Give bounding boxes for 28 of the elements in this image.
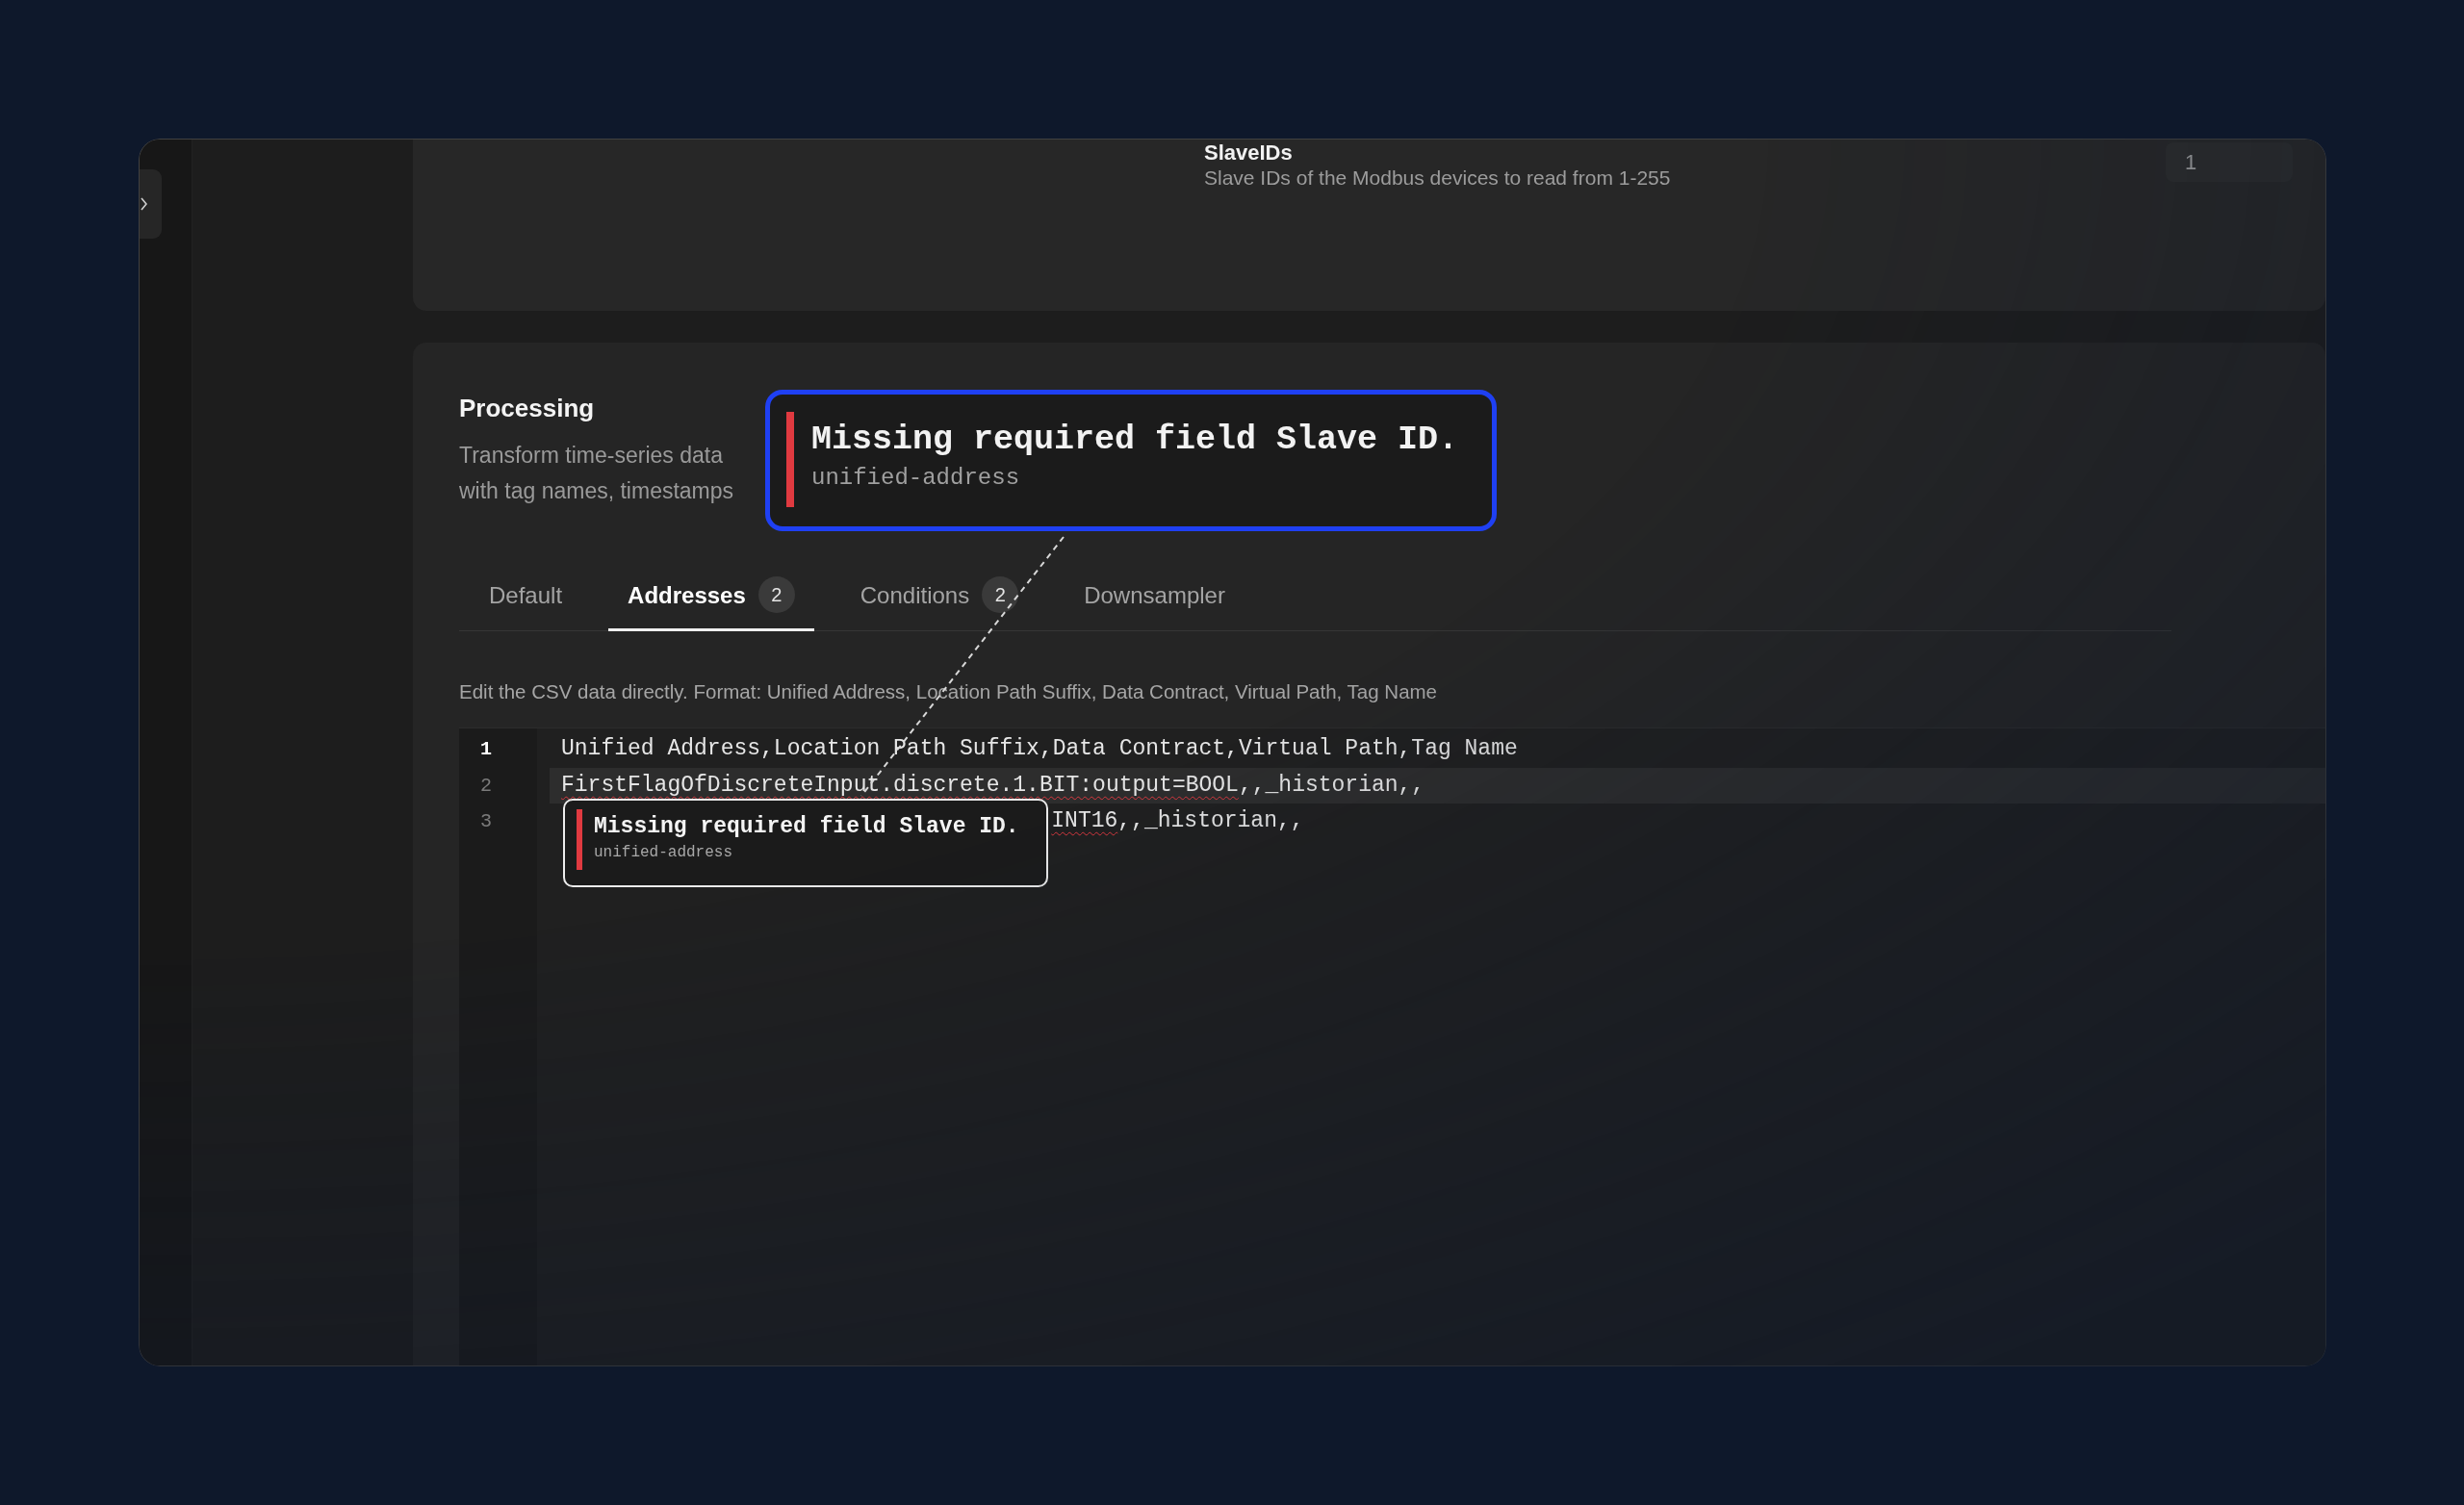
input-field[interactable]: 1 (2166, 142, 2293, 182)
tab[interactable]: Downsampler (1065, 565, 1245, 631)
error-source: unified-address (811, 464, 1021, 493)
line-number: 1 (479, 737, 493, 762)
code-text: ,,_historian,, (1117, 808, 1304, 833)
tab[interactable]: Default (470, 565, 582, 631)
error-bar-icon (786, 412, 794, 507)
code-text: ,,_historian,, (1238, 772, 1425, 798)
code-error-text: INT16 (1051, 808, 1118, 833)
tab[interactable]: Conditions 2 (840, 565, 1039, 631)
count-badge: 2 (982, 576, 1019, 613)
field-description: Slave IDs of the Modbus devices to read from 1-255 (1204, 166, 1672, 191)
error-message: Missing required field Slave ID. (811, 420, 1459, 460)
field-label: SlaveIDs (1204, 140, 1294, 165)
sidebar-toggle-button[interactable] (140, 169, 162, 239)
section-title: Processing (459, 393, 595, 423)
code-error-text: FirstFlagOfDiscreteInput.discrete.1.BIT:output=BOOL (561, 772, 1239, 798)
tab[interactable]: Addresses 2 (608, 565, 814, 631)
error-bar-icon (577, 809, 582, 870)
code-text: Unified Address,Location Path Suffix,Data Contract,Virtual Path,Tag Name (561, 736, 1518, 761)
line-number: 3 (479, 809, 493, 834)
error-source: unified-address (594, 843, 734, 862)
count-badge: 2 (757, 576, 795, 613)
error-message: Missing required field Slave ID. (594, 814, 1019, 840)
section-description: Transform time-series data with tag names, timestamps (459, 442, 734, 505)
chevron-icon (141, 197, 147, 211)
line-number: 2 (479, 773, 493, 799)
hint-text: Edit the CSV data directly. Format: Unified Address, Location Path Suffix, Data Contract, Virtual Path, Tag Name (459, 679, 1438, 703)
